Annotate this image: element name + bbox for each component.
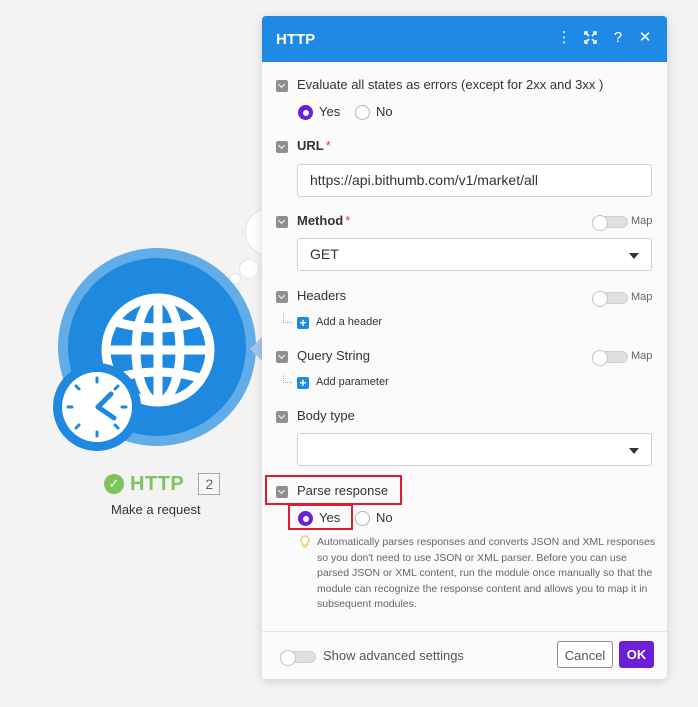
parse-response-yes-label[interactable]: Yes [319, 510, 340, 525]
required-mark: * [325, 138, 331, 153]
module-id-badge: 2 [198, 473, 221, 495]
method-map-label: Map [631, 215, 653, 227]
query-string-label: Query String [297, 348, 370, 363]
add-header-link[interactable]: Add a header [316, 316, 382, 328]
parse-response-label: Parse response [297, 483, 389, 498]
url-label: URL * [297, 138, 331, 153]
advanced-settings-label[interactable]: Show advanced settings [323, 648, 464, 663]
add-header-icon[interactable]: + [297, 317, 309, 329]
caret-down-icon [629, 253, 639, 259]
evaluate-errors-no-label[interactable]: No [376, 104, 393, 119]
headers-map-label: Map [631, 291, 653, 303]
add-parameter-icon[interactable]: + [297, 377, 309, 389]
headers-map-toggle[interactable] [592, 291, 628, 307]
collapse-chevron-icon[interactable] [276, 291, 288, 303]
more-vertical-icon[interactable]: ⋮ [554, 27, 574, 49]
module-title: ✓ HTTP 2 [104, 470, 221, 498]
collapse-chevron-icon[interactable] [276, 351, 288, 363]
evaluate-errors-yes-label[interactable]: Yes [319, 104, 340, 119]
close-icon[interactable]: ✕ [635, 27, 655, 49]
http-settings-panel: HTTP ⋮ ? ✕ Evaluate all states as errors… [262, 16, 667, 679]
footer-divider [262, 631, 667, 632]
body-type-label: Body type [297, 408, 355, 423]
connector-bubble-medium [239, 259, 259, 279]
add-parameter-link[interactable]: Add parameter [316, 376, 389, 388]
tree-connector [283, 314, 292, 323]
collapse-chevron-icon[interactable] [276, 141, 288, 153]
caret-down-icon [629, 448, 639, 454]
module-subtitle: Make a request [111, 502, 201, 517]
headers-label: Headers [297, 288, 347, 303]
url-input[interactable]: https://api.bithumb.com/v1/market/all [297, 164, 652, 197]
method-label: Method * [297, 213, 350, 228]
evaluate-errors-no-radio[interactable] [355, 105, 370, 120]
method-select[interactable]: GET [297, 238, 652, 271]
module-name: HTTP [130, 472, 185, 495]
url-label-text: URL [297, 138, 324, 153]
parse-response-help-text: Automatically parses responses and conve… [317, 536, 656, 610]
lightbulb-icon [300, 535, 310, 548]
tree-connector [283, 374, 292, 383]
cancel-button[interactable]: Cancel [557, 641, 613, 668]
ok-button[interactable]: OK [619, 641, 654, 668]
collapse-chevron-icon[interactable] [276, 411, 288, 423]
collapse-chevron-icon[interactable] [276, 80, 288, 92]
parse-response-yes-radio[interactable] [298, 511, 313, 526]
method-select-value: GET [310, 246, 339, 262]
advanced-settings-toggle[interactable] [280, 650, 316, 666]
panel-header: HTTP ⋮ ? ✕ [262, 16, 667, 62]
collapse-chevron-icon[interactable] [276, 486, 288, 498]
query-string-map-label: Map [631, 350, 653, 362]
check-icon: ✓ [104, 474, 124, 494]
expand-icon[interactable] [580, 27, 600, 49]
required-mark: * [345, 213, 351, 228]
method-label-text: Method [297, 213, 344, 228]
body-type-select[interactable] [297, 433, 652, 466]
evaluate-errors-label: Evaluate all states as errors (except fo… [297, 77, 604, 92]
schedule-clock[interactable] [53, 363, 141, 451]
parse-response-no-radio[interactable] [355, 511, 370, 526]
query-string-map-toggle[interactable] [592, 350, 628, 366]
help-icon[interactable]: ? [608, 27, 628, 49]
collapse-chevron-icon[interactable] [276, 216, 288, 228]
clock-icon [62, 372, 132, 442]
method-map-toggle[interactable] [592, 215, 628, 231]
parse-response-no-label[interactable]: No [376, 510, 393, 525]
evaluate-errors-yes-radio[interactable] [298, 105, 313, 120]
panel-title: HTTP [276, 31, 316, 48]
